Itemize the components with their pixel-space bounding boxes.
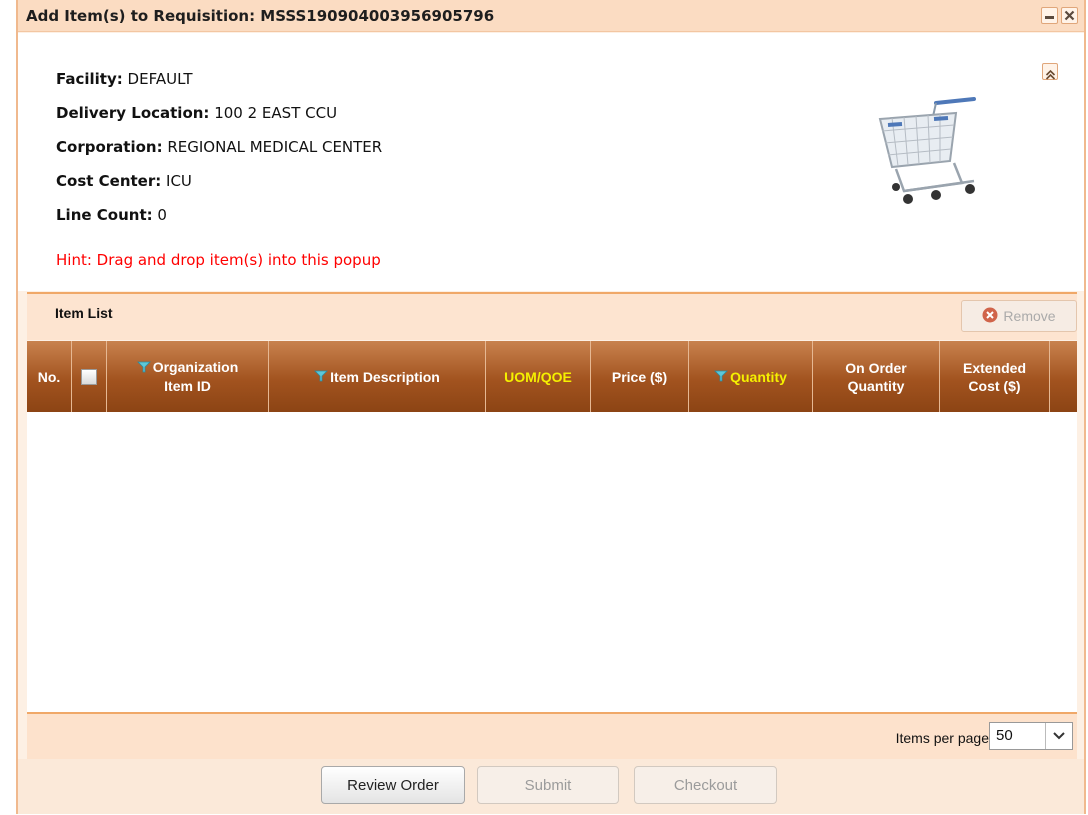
- column-price[interactable]: Price ($): [591, 341, 689, 412]
- grid-body[interactable]: [27, 412, 1077, 714]
- popup-footer: Review Order Submit Checkout: [18, 759, 1084, 814]
- remove-label: Remove: [1003, 308, 1056, 324]
- facility-line: Facility: DEFAULT: [56, 70, 193, 88]
- item-list-toolbar: Item List Remove: [27, 292, 1077, 340]
- items-per-page-label: Items per page: [895, 730, 989, 746]
- close-button[interactable]: [1061, 7, 1078, 24]
- close-icon: [1064, 0, 1075, 32]
- requisition-popup: Add Item(s) to Requisition: MSSS19090400…: [16, 0, 1086, 814]
- item-grid: No. Organization Item ID Item Descriptio…: [27, 341, 1077, 714]
- column-uom-qoe[interactable]: UOM/QOE: [486, 341, 591, 412]
- review-order-button[interactable]: Review Order: [321, 766, 465, 804]
- column-no[interactable]: No.: [27, 341, 72, 412]
- corporation-label: Corporation:: [56, 138, 163, 156]
- corporation-line: Corporation: REGIONAL MEDICAL CENTER: [56, 138, 382, 156]
- submit-label: Submit: [524, 776, 572, 794]
- cost-center-label: Cost Center:: [56, 172, 162, 190]
- column-extended-label-1: Extended: [962, 359, 1026, 376]
- delivery-location-line: Delivery Location: 100 2 EAST CCU: [56, 104, 337, 122]
- grid-pager: Items per page 50: [27, 714, 1077, 759]
- column-quantity[interactable]: Quantity: [689, 341, 813, 412]
- column-extended-cost[interactable]: Extended Cost ($): [940, 341, 1050, 412]
- collapse-button[interactable]: [1042, 63, 1058, 80]
- column-quantity-label: Quantity: [730, 368, 787, 385]
- line-count-line: Line Count: 0: [56, 206, 167, 224]
- remove-button[interactable]: Remove: [961, 300, 1077, 332]
- cost-center-line: Cost Center: ICU: [56, 172, 192, 190]
- column-on-order-quantity[interactable]: On Order Quantity: [813, 341, 940, 412]
- shopping-cart-icon: [874, 91, 984, 215]
- column-no-label: No.: [37, 368, 61, 385]
- column-select-all: [72, 341, 107, 412]
- select-all-checkbox[interactable]: [81, 368, 97, 385]
- facility-label: Facility:: [56, 70, 123, 88]
- review-order-label: Review Order: [347, 776, 439, 794]
- column-uom-qoe-label: UOM/QOE: [504, 368, 572, 385]
- filter-icon[interactable]: [314, 368, 329, 386]
- requisition-info: Facility: DEFAULT Delivery Location: 100…: [18, 33, 1084, 291]
- column-org-item-id-label-2: Item ID: [164, 378, 211, 395]
- filter-icon[interactable]: [714, 368, 729, 386]
- minimize-button[interactable]: [1041, 7, 1058, 24]
- column-on-order-label-1: On Order: [845, 359, 907, 376]
- items-per-page-value: 50: [996, 727, 1013, 744]
- chevron-down-icon[interactable]: [1045, 723, 1072, 749]
- items-per-page-select[interactable]: 50: [989, 722, 1073, 750]
- column-org-item-id-label-1: Organization: [152, 358, 239, 375]
- column-extended-label-2: Cost ($): [968, 377, 1021, 394]
- popup-titlebar[interactable]: Add Item(s) to Requisition: MSSS19090400…: [18, 0, 1084, 32]
- column-organization-item-id[interactable]: Organization Item ID: [107, 341, 269, 412]
- column-price-label: Price ($): [611, 368, 668, 385]
- checkout-button[interactable]: Checkout: [634, 766, 777, 804]
- drag-drop-hint: Hint: Drag and drop item(s) into this po…: [56, 251, 381, 269]
- delivery-location-value: 100 2 EAST CCU: [214, 104, 338, 122]
- line-count-value: 0: [157, 206, 167, 224]
- popup-title: Add Item(s) to Requisition: MSSS19090400…: [26, 7, 495, 25]
- remove-x-icon: [982, 307, 998, 326]
- line-count-label: Line Count:: [56, 206, 153, 224]
- column-item-description-label: Item Description: [330, 368, 440, 385]
- item-list-title: Item List: [55, 305, 113, 321]
- column-item-description[interactable]: Item Description: [269, 341, 486, 412]
- checkout-label: Checkout: [673, 776, 738, 794]
- facility-value: DEFAULT: [127, 70, 193, 88]
- column-on-order-label-2: Quantity: [847, 377, 905, 394]
- cost-center-value: ICU: [166, 172, 192, 190]
- minimize-icon: [1044, 0, 1055, 32]
- filter-icon[interactable]: [136, 359, 151, 377]
- corporation-value: REGIONAL MEDICAL CENTER: [167, 138, 383, 156]
- submit-button[interactable]: Submit: [477, 766, 619, 804]
- delivery-location-label: Delivery Location:: [56, 104, 210, 122]
- grid-header: No. Organization Item ID Item Descriptio…: [27, 341, 1077, 412]
- collapse-up-icon: [1045, 66, 1056, 85]
